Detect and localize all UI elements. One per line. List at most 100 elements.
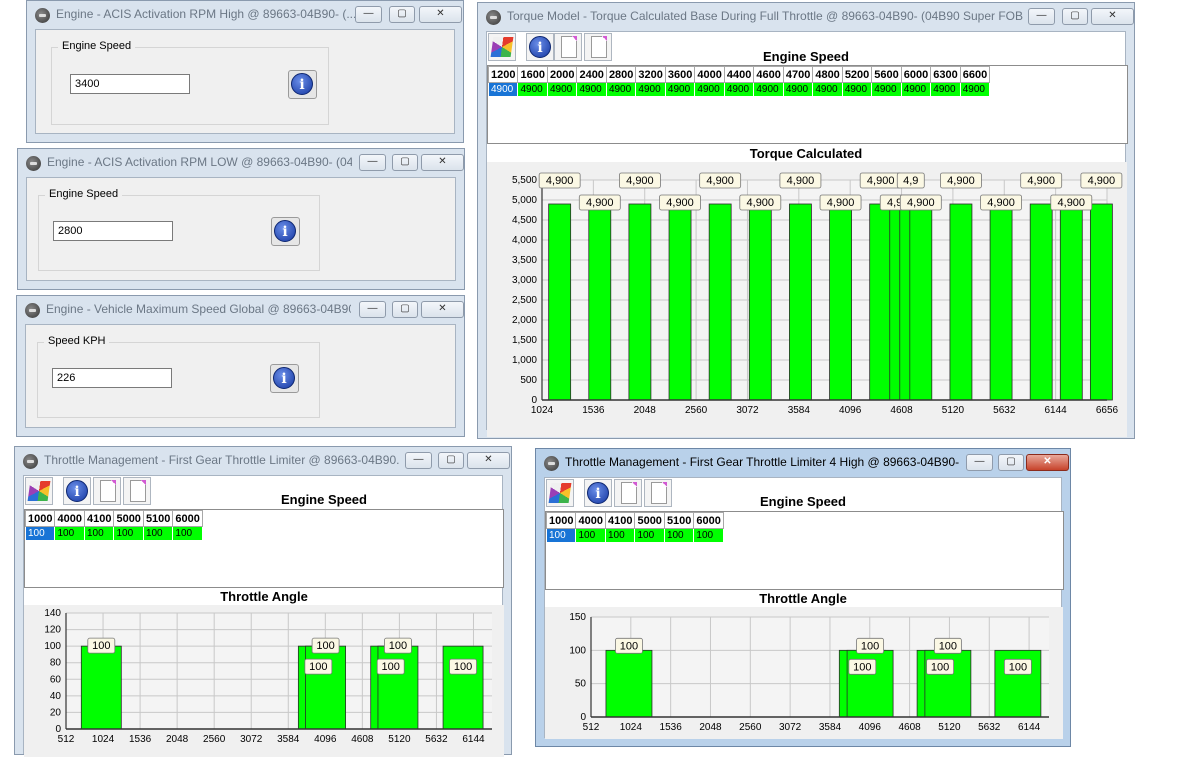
- grid-cell[interactable]: 4900: [930, 82, 961, 97]
- title-bar[interactable]: Torque Model - Torque Calculated Base Du…: [478, 3, 1134, 31]
- grid-cell[interactable]: 4900: [487, 82, 519, 97]
- engine-speed-field[interactable]: 3400: [70, 74, 190, 94]
- column-header[interactable]: 4100: [83, 510, 115, 527]
- maximize-button[interactable]: ▢: [998, 454, 1024, 471]
- close-button[interactable]: ✕: [1026, 454, 1069, 471]
- close-button[interactable]: ✕: [1091, 8, 1134, 25]
- engine-speed-field[interactable]: 2800: [53, 221, 173, 241]
- column-header[interactable]: 3600: [664, 66, 696, 83]
- grid-cell[interactable]: 100: [634, 528, 665, 543]
- column-header[interactable]: 4000: [54, 510, 85, 527]
- grid-cell[interactable]: 4900: [635, 82, 666, 97]
- document-button[interactable]: [93, 477, 121, 505]
- column-header[interactable]: 4700: [782, 66, 814, 83]
- data-grid[interactable]: 1000 4000 4100 5000 5100 6000 100 100 100 100 100 1…: [24, 509, 504, 588]
- minimize-button[interactable]: —: [405, 452, 432, 469]
- close-button[interactable]: ✕: [421, 154, 464, 171]
- column-header[interactable]: 6000: [900, 66, 932, 83]
- column-header[interactable]: 6000: [172, 510, 203, 527]
- column-header[interactable]: 6300: [930, 66, 961, 83]
- column-header[interactable]: 1200: [487, 66, 519, 83]
- data-grid[interactable]: 1200 1600 2000 2400 2800 3200 3600 4000 4400 4600…: [487, 65, 1128, 144]
- column-header[interactable]: 1000: [545, 512, 577, 529]
- grid-cell[interactable]: 4900: [546, 82, 578, 97]
- maximize-button[interactable]: ▢: [438, 452, 464, 469]
- column-header[interactable]: 2800: [605, 66, 637, 83]
- grid-cell[interactable]: 100: [142, 526, 174, 541]
- column-header[interactable]: 6600: [959, 66, 991, 83]
- acis-low-window[interactable]: Engine - ACIS Activation RPM LOW @ 89663…: [17, 148, 465, 290]
- column-header[interactable]: 4600: [753, 66, 784, 83]
- minimize-button[interactable]: —: [1028, 8, 1055, 25]
- grid-cell[interactable]: 4900: [753, 82, 784, 97]
- column-header[interactable]: 4100: [604, 512, 636, 529]
- column-header[interactable]: 5600: [871, 66, 902, 83]
- maximize-button[interactable]: ▢: [389, 6, 415, 23]
- first-gear-throttle-4high-window[interactable]: Throttle Management - First Gear Throttl…: [535, 448, 1071, 747]
- maximize-button[interactable]: ▢: [392, 154, 418, 171]
- data-grid[interactable]: 1000 4000 4100 5000 5100 6000 100 100 100 100 100 1…: [545, 511, 1064, 590]
- grid-cell[interactable]: 100: [604, 528, 636, 543]
- close-button[interactable]: ✕: [421, 301, 464, 318]
- column-header[interactable]: 4000: [694, 66, 725, 83]
- minimize-button[interactable]: —: [359, 154, 386, 171]
- title-bar[interactable]: Throttle Management - First Gear Throttl…: [536, 449, 1070, 477]
- column-header[interactable]: 5100: [663, 512, 695, 529]
- grid-cell[interactable]: 4900: [694, 82, 725, 97]
- grid-cell[interactable]: 100: [113, 526, 144, 541]
- paint-tool-button[interactable]: [25, 477, 53, 505]
- speed-kph-field[interactable]: 226: [52, 368, 172, 388]
- grid-cell[interactable]: 100: [172, 526, 203, 541]
- column-header[interactable]: 5000: [113, 510, 144, 527]
- column-header[interactable]: 3200: [635, 66, 666, 83]
- minimize-button[interactable]: —: [355, 6, 382, 23]
- maximize-button[interactable]: ▢: [1062, 8, 1088, 25]
- grid-cell[interactable]: 100: [545, 528, 577, 543]
- grid-cell[interactable]: 4900: [517, 82, 548, 97]
- grid-cell[interactable]: 4900: [871, 82, 902, 97]
- info-button[interactable]: i: [271, 217, 300, 246]
- minimize-button[interactable]: —: [359, 301, 386, 318]
- grid-cell[interactable]: 4900: [782, 82, 814, 97]
- grid-cell[interactable]: 4900: [812, 82, 843, 97]
- grid-cell[interactable]: 100: [663, 528, 695, 543]
- column-header[interactable]: 5200: [841, 66, 873, 83]
- column-header[interactable]: 4800: [812, 66, 843, 83]
- maximize-button[interactable]: ▢: [392, 301, 418, 318]
- info-button[interactable]: i: [63, 477, 91, 505]
- first-gear-throttle-window[interactable]: Throttle Management - First Gear Throttl…: [14, 446, 512, 757]
- title-bar[interactable]: Throttle Management - First Gear Throttl…: [15, 447, 511, 475]
- minimize-button[interactable]: —: [966, 454, 993, 471]
- column-header[interactable]: 5100: [142, 510, 174, 527]
- column-header[interactable]: 1000: [24, 510, 56, 527]
- grid-cell[interactable]: 100: [575, 528, 606, 543]
- info-button[interactable]: i: [270, 364, 299, 393]
- document-button[interactable]: [123, 477, 151, 505]
- grid-cell[interactable]: 100: [693, 528, 724, 543]
- torque-model-window[interactable]: Torque Model - Torque Calculated Base Du…: [477, 2, 1135, 439]
- grid-cell[interactable]: 4900: [605, 82, 637, 97]
- grid-cell[interactable]: 4900: [959, 82, 991, 97]
- column-header[interactable]: 5000: [634, 512, 665, 529]
- column-header[interactable]: 4000: [575, 512, 606, 529]
- title-bar[interactable]: Engine - Vehicle Maximum Speed Global @ …: [17, 296, 464, 324]
- column-header[interactable]: 6000: [693, 512, 724, 529]
- title-bar[interactable]: Engine - ACIS Activation RPM LOW @ 89663…: [18, 149, 464, 177]
- close-button[interactable]: ✕: [467, 452, 510, 469]
- title-bar[interactable]: Engine - ACIS Activation RPM High @ 8966…: [27, 1, 463, 29]
- grid-cell[interactable]: 100: [83, 526, 115, 541]
- acis-high-window[interactable]: Engine - ACIS Activation RPM High @ 8966…: [26, 0, 464, 143]
- column-header[interactable]: 2400: [576, 66, 607, 83]
- grid-cell[interactable]: 4900: [723, 82, 755, 97]
- column-header[interactable]: 2000: [546, 66, 578, 83]
- grid-cell[interactable]: 100: [24, 526, 56, 541]
- vehicle-max-speed-window[interactable]: Engine - Vehicle Maximum Speed Global @ …: [16, 295, 465, 437]
- info-button[interactable]: i: [288, 70, 317, 99]
- column-header[interactable]: 1600: [517, 66, 548, 83]
- grid-cell[interactable]: 100: [54, 526, 85, 541]
- grid-cell[interactable]: 4900: [664, 82, 696, 97]
- grid-cell[interactable]: 4900: [576, 82, 607, 97]
- grid-cell[interactable]: 4900: [841, 82, 873, 97]
- column-header[interactable]: 4400: [723, 66, 755, 83]
- grid-cell[interactable]: 4900: [900, 82, 932, 97]
